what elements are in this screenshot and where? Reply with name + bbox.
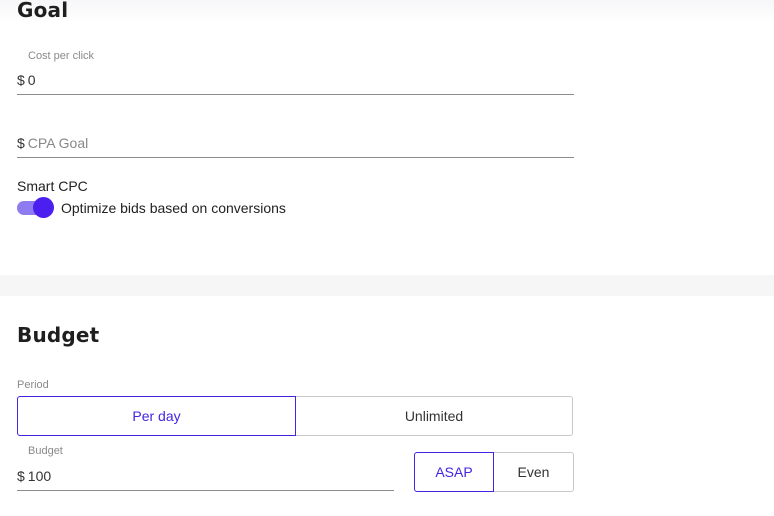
period-selector: Per day Unlimited: [17, 396, 574, 436]
cpc-input[interactable]: [27, 72, 574, 88]
top-fade: [0, 0, 774, 22]
period-option-unlimited[interactable]: Unlimited: [295, 396, 573, 436]
currency-prefix: $: [17, 72, 25, 88]
cpa-goal-input[interactable]: [27, 135, 574, 151]
currency-prefix: $: [17, 468, 25, 484]
smart-cpc-toggle-text: Optimize bids based on conversions: [61, 200, 286, 216]
pacing-option-even[interactable]: Even: [493, 452, 574, 492]
currency-prefix: $: [17, 135, 25, 151]
toggle-knob: [33, 197, 54, 218]
pacing-selector: ASAP Even: [414, 452, 574, 492]
smart-cpc-toggle[interactable]: [17, 197, 54, 219]
period-option-per-day[interactable]: Per day: [17, 396, 296, 436]
smart-cpc-label: Smart CPC: [17, 178, 88, 194]
goal-section-title: Goal: [17, 0, 69, 22]
cpc-field-label: Cost per click: [28, 50, 95, 62]
budget-amount-input[interactable]: [27, 468, 394, 484]
section-divider: [0, 275, 774, 296]
cpc-field[interactable]: $: [17, 66, 574, 95]
budget-field-label: Budget: [28, 445, 63, 457]
budget-section-title: Budget: [17, 323, 100, 347]
cpa-goal-field[interactable]: $: [17, 129, 574, 158]
pacing-option-asap[interactable]: ASAP: [414, 452, 494, 492]
period-label: Period: [17, 379, 49, 391]
budget-amount-field[interactable]: $: [17, 462, 394, 491]
